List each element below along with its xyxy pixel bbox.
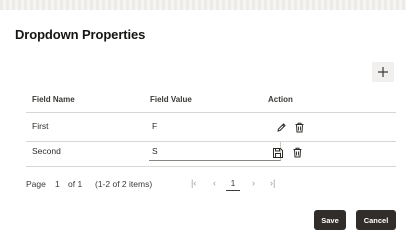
- delete-icon[interactable]: [294, 122, 305, 135]
- table-row[interactable]: First F: [26, 113, 396, 142]
- field-name-cell: Second: [32, 146, 61, 156]
- field-name-cell: First: [32, 121, 49, 131]
- plus-icon: [377, 66, 389, 78]
- page-label: Page: [26, 179, 46, 189]
- add-row-button[interactable]: [372, 62, 394, 82]
- delete-icon[interactable]: [292, 147, 303, 160]
- save-button[interactable]: Save: [314, 210, 346, 230]
- dialog-title: Dropdown Properties: [15, 27, 146, 42]
- previous-page-icon[interactable]: ‹: [213, 178, 216, 188]
- table-header: Field Name Field Value Action: [26, 88, 396, 113]
- last-page-icon[interactable]: ›|: [270, 178, 275, 188]
- first-page-icon[interactable]: |‹: [191, 178, 196, 188]
- save-icon[interactable]: [272, 147, 284, 161]
- field-value-input[interactable]: [149, 142, 281, 161]
- column-header-field-name: Field Name: [32, 95, 75, 104]
- next-page-icon[interactable]: ›: [252, 178, 255, 188]
- properties-table: Field Name Field Value Action First F Se…: [26, 88, 396, 167]
- current-page-number: 1: [55, 179, 60, 189]
- items-range: (1-2 of 2 items): [95, 179, 153, 189]
- edit-icon[interactable]: [276, 122, 287, 135]
- pagination: Page 1 of 1 (1-2 of 2 items) |‹ ‹ 1 › ›|: [26, 176, 396, 192]
- column-header-field-value: Field Value: [150, 95, 192, 104]
- cancel-button[interactable]: Cancel: [356, 210, 396, 230]
- field-value-cell: F: [152, 121, 158, 131]
- table-row[interactable]: Second: [26, 142, 396, 167]
- top-banner: [0, 0, 406, 10]
- page-number-input[interactable]: 1: [226, 176, 240, 191]
- page-count: of 1: [68, 179, 83, 189]
- column-header-action: Action: [268, 95, 293, 104]
